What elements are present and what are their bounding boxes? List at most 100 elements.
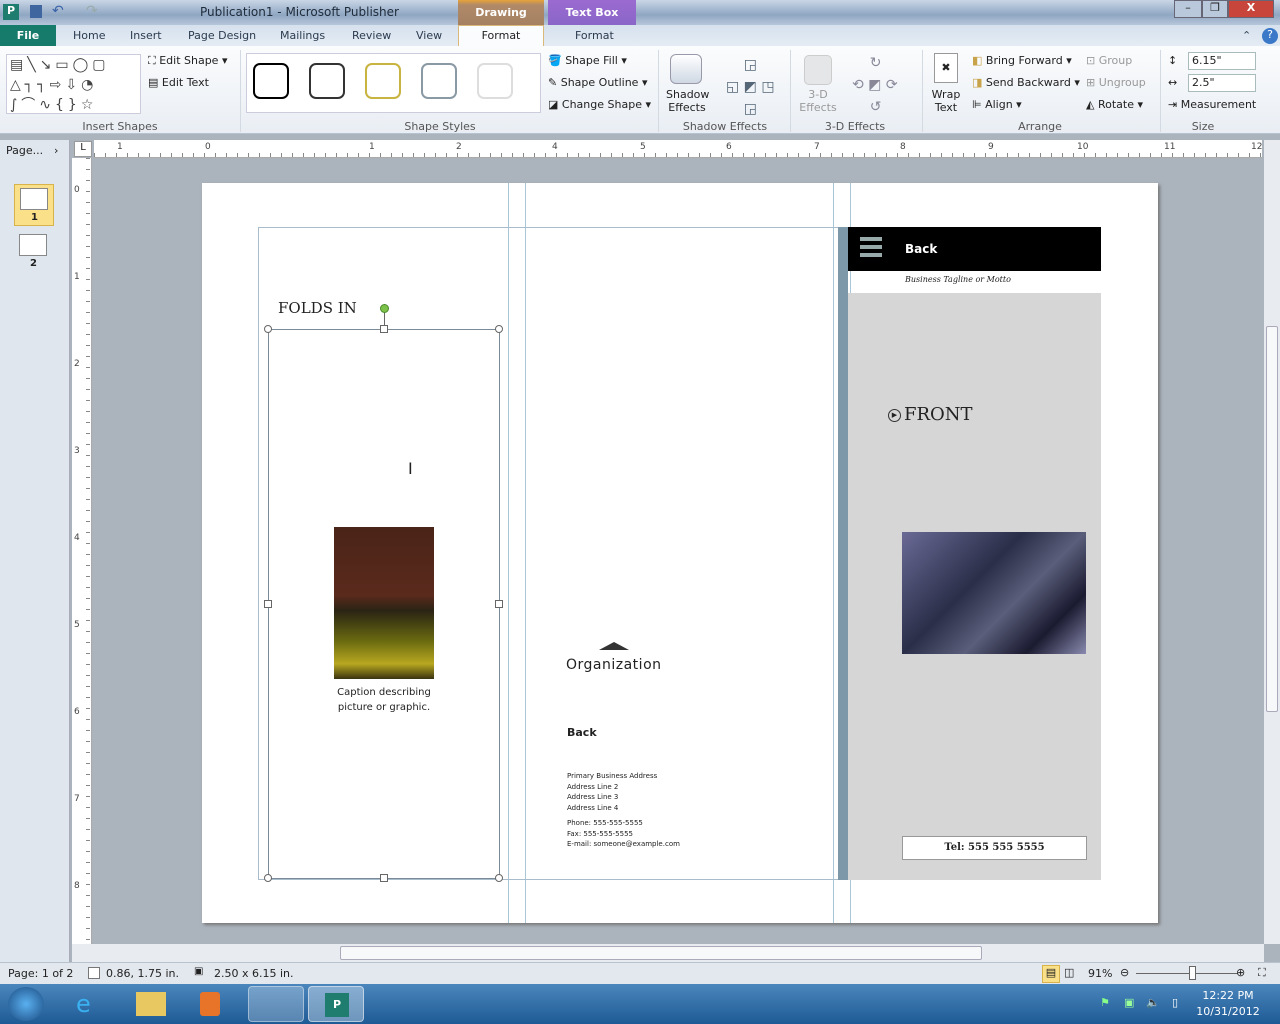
close-button[interactable]: X — [1228, 0, 1274, 18]
file-tab[interactable]: File — [0, 25, 56, 46]
vertical-ruler[interactable]: 0 1 2 3 4 5 6 7 8 — [72, 158, 92, 944]
folds-in-heading[interactable]: FOLDS IN — [278, 299, 357, 317]
ruler-tick — [908, 153, 909, 157]
resize-handle[interactable] — [495, 325, 503, 333]
shape-fill-button[interactable]: 🪣 Shape Fill ▾ — [548, 54, 627, 67]
volume-icon[interactable]: 🔈 — [1146, 996, 1160, 1009]
back-heading[interactable]: Back — [567, 726, 597, 739]
fit-page-icon[interactable]: ⛶ — [1258, 966, 1266, 980]
shape-outline-button[interactable]: ✎ Shape Outline ▾ — [548, 76, 648, 89]
ruler-tick — [105, 153, 106, 157]
tab-textbox-format[interactable]: Format — [575, 29, 614, 42]
wrap-text-button[interactable]: Wrap Text — [930, 88, 962, 114]
style-swatch[interactable] — [421, 63, 457, 99]
edit-text-button[interactable]: ▤ Edit Text — [148, 76, 209, 89]
zoom-out-button[interactable]: ⊖ — [1120, 966, 1129, 979]
align-button[interactable]: ⊫ Align ▾ — [972, 98, 1022, 111]
ruler-tick — [919, 153, 920, 157]
tab-home[interactable]: Home — [73, 29, 105, 42]
explorer-folder-icon[interactable] — [136, 992, 166, 1016]
resize-handle[interactable] — [264, 325, 272, 333]
page-thumbnail-1[interactable]: 1 — [14, 184, 54, 226]
front-heading[interactable]: FRONT — [904, 404, 973, 425]
rotate-button[interactable]: ◭ Rotate ▾ — [1086, 98, 1143, 111]
horizontal-scrollbar[interactable] — [72, 944, 1264, 962]
zoom-slider-thumb[interactable] — [1188, 966, 1196, 980]
tab-insert[interactable]: Insert — [130, 29, 162, 42]
shape-width-input[interactable]: 2.5" — [1188, 74, 1256, 92]
change-shape-button[interactable]: ◪ Change Shape ▾ — [548, 98, 651, 111]
address-block[interactable]: Primary Business Address Address Line 2 … — [567, 771, 680, 850]
single-page-view-icon[interactable]: ▤ — [1042, 965, 1060, 983]
send-backward-button[interactable]: ◨ Send Backward ▾ — [972, 76, 1080, 89]
media-player-icon[interactable] — [200, 992, 220, 1016]
shape-height-input[interactable]: 6.15" — [1188, 52, 1256, 70]
collapse-ribbon-icon[interactable]: ⌃ — [1242, 29, 1251, 42]
tilt-icons[interactable]: ↻ ⟲ ◩ ⟳ ↺ — [852, 52, 898, 118]
network-icon[interactable]: ▯ — [1172, 996, 1178, 1009]
rotate-handle[interactable] — [380, 304, 389, 313]
horizontal-ruler[interactable]: 1 0 1 2 4 5 6 7 8 9 10 11 12 — [94, 140, 1262, 158]
3d-effects-button[interactable]: 3-D Effects — [798, 88, 838, 114]
style-swatch[interactable] — [253, 63, 289, 99]
edit-shape-button[interactable]: ⛶ Edit Shape ▾ — [148, 54, 227, 68]
collapse-pane-icon[interactable]: › — [54, 144, 58, 157]
shapes-gallery[interactable]: ▤╲↘▭◯▢ △┐┐⇨⇩◔ ∫⌒∿{}☆ — [6, 54, 141, 114]
photo-caption[interactable]: Caption describing picture or graphic. — [322, 685, 446, 715]
logo-shape[interactable] — [599, 642, 629, 650]
city-skyline-photo[interactable] — [902, 532, 1086, 654]
tab-review[interactable]: Review — [352, 29, 391, 42]
style-swatch[interactable] — [477, 63, 513, 99]
measurement-button[interactable]: ⇥ Measurement — [1168, 98, 1256, 111]
nudge-shadow-icons[interactable]: ◲ ◱ ◩ ◳ ◲ — [726, 54, 775, 120]
taskbar-app-button[interactable] — [248, 986, 304, 1022]
resize-handle[interactable] — [380, 874, 388, 882]
ribbon-tabs: Home Insert Page Design Mailings Review … — [0, 25, 1280, 47]
business-tagline[interactable]: Business Tagline or Motto — [905, 275, 1011, 284]
vertical-scroll-thumb[interactable] — [1266, 326, 1278, 712]
highway-photo[interactable] — [334, 527, 434, 679]
style-swatch[interactable] — [309, 63, 345, 99]
undo-icon[interactable]: ↶ — [52, 3, 64, 19]
ungroup-button[interactable]: ⊞ Ungroup — [1086, 76, 1146, 89]
internet-explorer-icon[interactable]: e — [76, 990, 91, 1018]
resize-handle[interactable] — [264, 600, 272, 608]
bring-forward-button[interactable]: ◧ Bring Forward ▾ — [972, 54, 1072, 67]
ruler-tick — [512, 153, 513, 157]
redo-icon[interactable]: ↷ — [86, 3, 98, 19]
save-icon[interactable] — [30, 5, 42, 18]
tab-selector[interactable]: L — [74, 141, 92, 157]
clock[interactable]: 12:22 PM 10/31/2012 — [1196, 988, 1260, 1020]
ruler-tick — [86, 202, 90, 203]
horizontal-scroll-thumb[interactable] — [340, 946, 982, 960]
tab-page-design[interactable]: Page Design — [188, 29, 256, 42]
ruler-tick — [86, 466, 90, 467]
tab-drawing-format[interactable]: Format — [458, 25, 544, 47]
organization-name[interactable]: Organization — [566, 657, 662, 673]
resize-handle[interactable] — [495, 600, 503, 608]
zoom-in-button[interactable]: ⊕ — [1236, 966, 1245, 979]
tray-security-icon[interactable]: ▣ — [1124, 996, 1134, 1009]
resize-handle[interactable] — [495, 874, 503, 882]
tab-view[interactable]: View — [416, 29, 442, 42]
back-header-title[interactable]: Back — [905, 242, 937, 256]
two-page-view-icon[interactable]: ◫ — [1064, 966, 1074, 979]
resize-handle[interactable] — [380, 325, 388, 333]
shadow-effects-button[interactable]: Shadow Effects — [666, 88, 709, 114]
group-button[interactable]: ⊡ Group — [1086, 54, 1132, 67]
taskbar-publisher-button[interactable]: P — [308, 986, 364, 1022]
page-thumbnail-2[interactable]: 2 — [14, 232, 54, 270]
style-swatch[interactable] — [365, 63, 401, 99]
vertical-scrollbar[interactable] — [1264, 140, 1280, 944]
telephone-box[interactable]: Tel: 555 555 5555 — [902, 836, 1087, 860]
zoom-level[interactable]: 91% — [1088, 967, 1112, 980]
page-indicator[interactable]: Page: 1 of 2 — [8, 967, 73, 980]
minimize-button[interactable]: – — [1174, 0, 1202, 18]
restore-button[interactable]: ❐ — [1202, 0, 1228, 18]
tray-network-icon[interactable]: ⚑ — [1100, 996, 1110, 1009]
zoom-slider[interactable] — [1136, 973, 1238, 974]
help-icon[interactable]: ? — [1262, 28, 1278, 44]
tab-mailings[interactable]: Mailings — [280, 29, 325, 42]
start-button[interactable] — [8, 987, 44, 1021]
resize-handle[interactable] — [264, 874, 272, 882]
